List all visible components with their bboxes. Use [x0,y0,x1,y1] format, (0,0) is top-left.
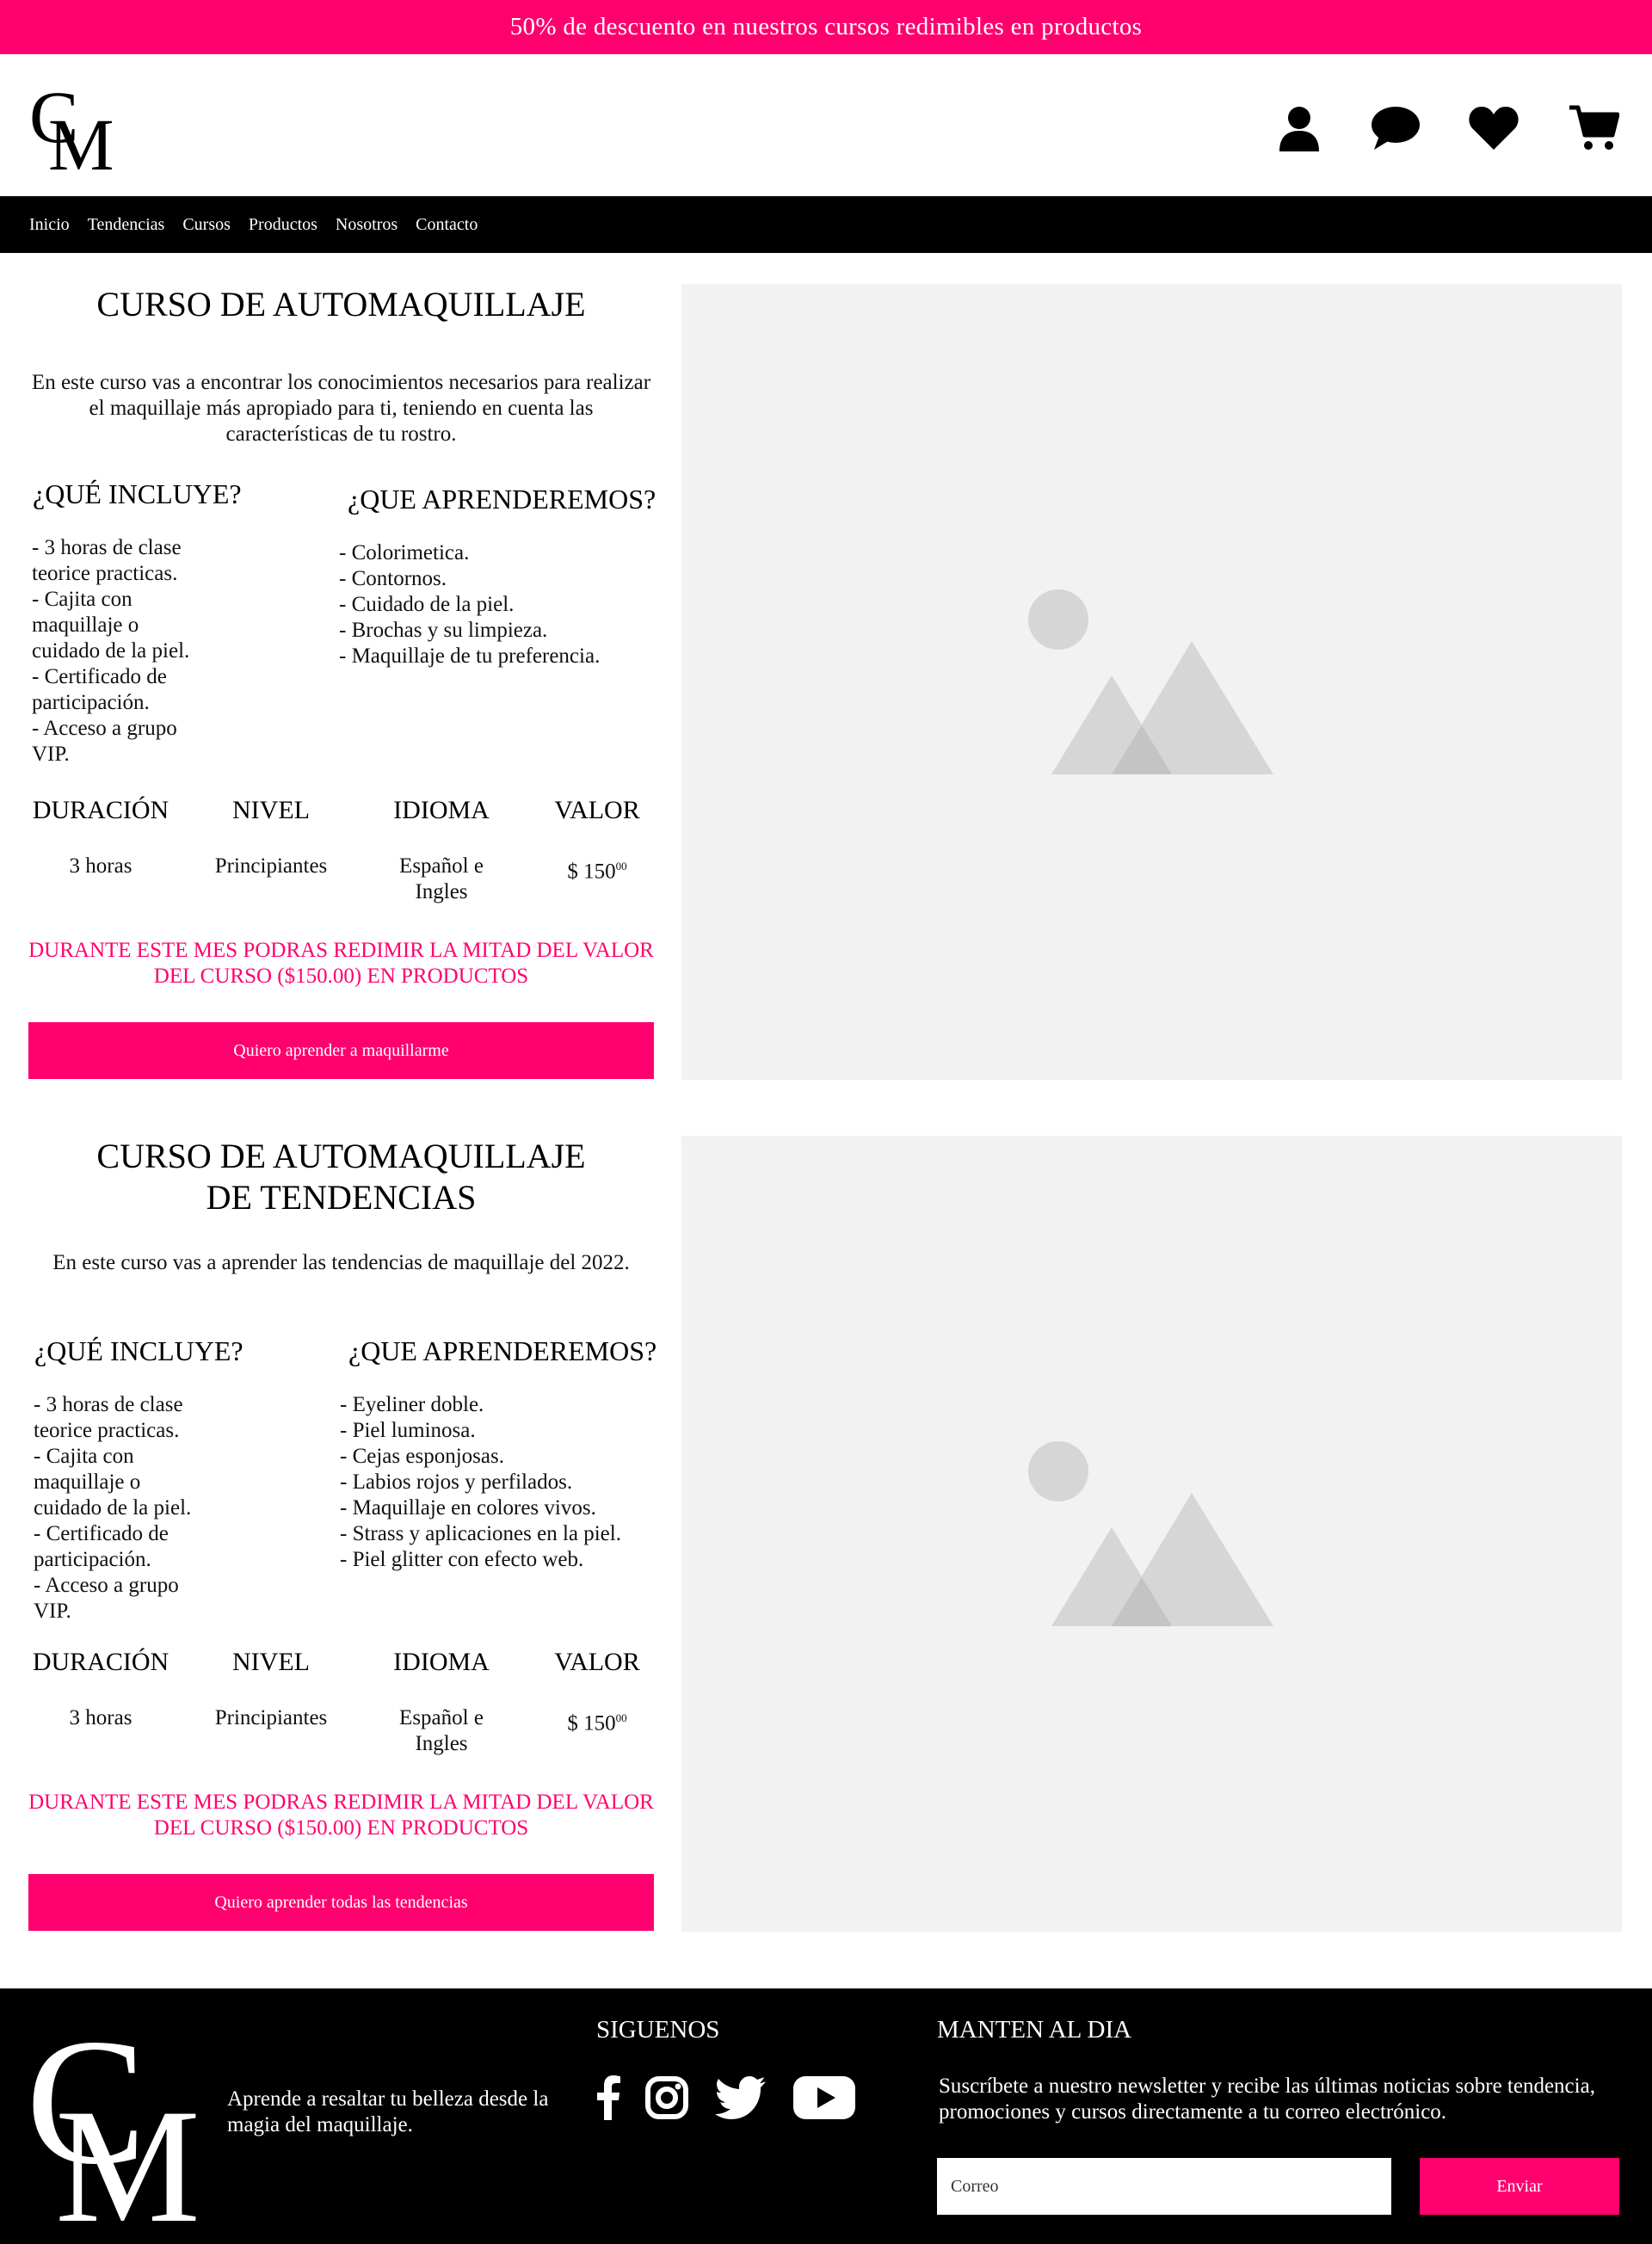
course-image-placeholder [681,284,1622,1080]
list-item: - Strass y aplicaciones en la piel. [340,1522,621,1545]
price-value: $ 15000 [520,1705,675,1736]
price-amount: $ 150 [567,860,616,884]
list-item: - Brochas y su limpieza. [339,619,548,642]
redeem-note: DURANTE ESTE MES PODRAS REDIMIR LA MITAD… [28,939,654,988]
learn-list: - Colorimetica. - Contornos. - Cuidado d… [339,540,666,669]
course-title: CURSO DE AUTOMAQUILLAJE DE TENDENCIAS [96,1137,586,1217]
language-value: Español e Ingles [399,1706,484,1755]
language-label: IDIOMA [393,1648,490,1676]
list-item: - Cajita con maquillaje o cuidado de la … [34,1445,192,1520]
list-item: - Acceso a grupo VIP. [34,1574,179,1623]
image-placeholder-icon [1028,1441,1273,1626]
price-label: VALOR [554,1648,640,1676]
list-item: - Cuidado de la piel. [339,593,515,616]
svg-text:M: M [48,103,114,175]
chat-icon[interactable] [1368,101,1423,156]
cm-logo-large[interactable]: C M [26,2016,224,2229]
image-placeholder-icon [1028,589,1273,774]
list-item: - Contornos. [339,567,447,590]
level-value: Principiantes [214,1706,328,1729]
duration-value: 3 horas [69,854,133,878]
course-title: CURSO DE AUTOMAQUILLAJE [96,285,586,324]
includes-heading: ¿QUÉ INCLUYE? [34,1335,243,1366]
user-icon[interactable] [1272,101,1327,156]
duration-label: DURACIÓN [32,1648,170,1676]
nav-item-cursos[interactable]: Cursos [182,215,231,235]
price-label: VALOR [554,796,640,824]
level-value: Principiantes [214,854,328,878]
nav-item-productos[interactable]: Productos [249,215,317,235]
language-value: Español e Ingles [399,854,484,903]
course-description: En este curso vas a encontrar los conoci… [31,371,651,446]
footer-tagline: Aprende a resaltar tu belleza desde la m… [227,2087,549,2136]
price-cents: 00 [615,1711,627,1724]
twitter-icon[interactable] [714,2074,767,2122]
price-amount: $ 150 [567,1711,616,1735]
nav-item-tendencias[interactable]: Tendencias [88,215,165,235]
social-heading: SIGUENOS [596,2016,720,2044]
list-item: - Piel luminosa. [340,1419,476,1442]
newsletter-description: Suscríbete a nuestro newsletter y recibe… [939,2074,1595,2124]
site-header: C M [0,54,1652,196]
list-item: - Eyeliner doble. [340,1393,484,1416]
main-nav: Inicio Tendencias Cursos Productos Nosot… [0,196,1652,253]
list-item: - Cajita con maquillaje o cuidado de la … [32,588,190,663]
youtube-icon[interactable] [792,2074,857,2122]
facebook-icon[interactable] [594,2074,623,2122]
level-label: NIVEL [232,796,310,824]
list-item: - Labios rojos y perfilados. [340,1470,573,1494]
nav-item-inicio[interactable]: Inicio [29,215,70,235]
cm-logo[interactable]: C M [28,80,117,175]
price-value: $ 15000 [520,854,675,885]
redeem-note: DURANTE ESTE MES PODRAS REDIMIR LA MITAD… [28,1791,654,1840]
newsletter-send-button[interactable]: Enviar [1420,2158,1619,2215]
duration-value: 3 horas [69,1706,133,1729]
list-item: - Cejas esponjosas. [340,1445,504,1468]
course-description: En este curso vas a aprender las tendenc… [52,1251,630,1274]
svg-text:M: M [55,2076,200,2229]
list-item: - Acceso a grupo VIP. [32,717,177,766]
level-label: NIVEL [232,1648,310,1676]
instagram-icon[interactable] [644,2074,690,2122]
language-label: IDIOMA [393,796,490,824]
duration-label: DURACIÓN [32,796,170,824]
course-image-placeholder [681,1136,1622,1932]
list-item: - Colorimetica. [339,541,470,564]
learn-heading: ¿QUE APRENDEREMOS? [348,1335,657,1366]
newsletter-heading: MANTEN AL DIA [937,2016,1132,2044]
includes-list: - 3 horas de clase teorice practicas. - … [32,535,238,768]
enroll-button[interactable]: Quiero aprender a maquillarme [28,1022,654,1079]
newsletter-email-input[interactable] [937,2158,1391,2215]
nav-item-contacto[interactable]: Contacto [416,215,478,235]
learn-list: - Eyeliner doble. - Piel luminosa. - Cej… [340,1392,667,1573]
promo-banner-text: 50% de descuento en nuestros cursos redi… [509,13,1143,40]
list-item: - 3 horas de clase teorice practicas. [32,536,182,585]
includes-heading: ¿QUÉ INCLUYE? [33,478,242,509]
list-item: - Maquillaje en colores vivos. [340,1496,596,1520]
learn-heading: ¿QUE APRENDEREMOS? [348,484,656,515]
nav-item-nosotros[interactable]: Nosotros [336,215,398,235]
list-item: - 3 horas de clase teorice practicas. [34,1393,183,1442]
list-item: - Maquillaje de tu preferencia. [339,644,601,668]
list-item: - Piel glitter con efecto web. [340,1548,584,1571]
list-item: - Certificado de participación. [34,1522,169,1571]
heart-icon[interactable] [1466,101,1521,156]
list-item: - Certificado de participación. [32,665,167,714]
enroll-button[interactable]: Quiero aprender todas las tendencias [28,1874,654,1931]
price-cents: 00 [615,860,627,872]
cart-icon[interactable] [1566,101,1621,156]
includes-list: - 3 horas de clase teorice practicas. - … [34,1392,240,1624]
promo-banner: 50% de descuento en nuestros cursos redi… [0,0,1652,54]
